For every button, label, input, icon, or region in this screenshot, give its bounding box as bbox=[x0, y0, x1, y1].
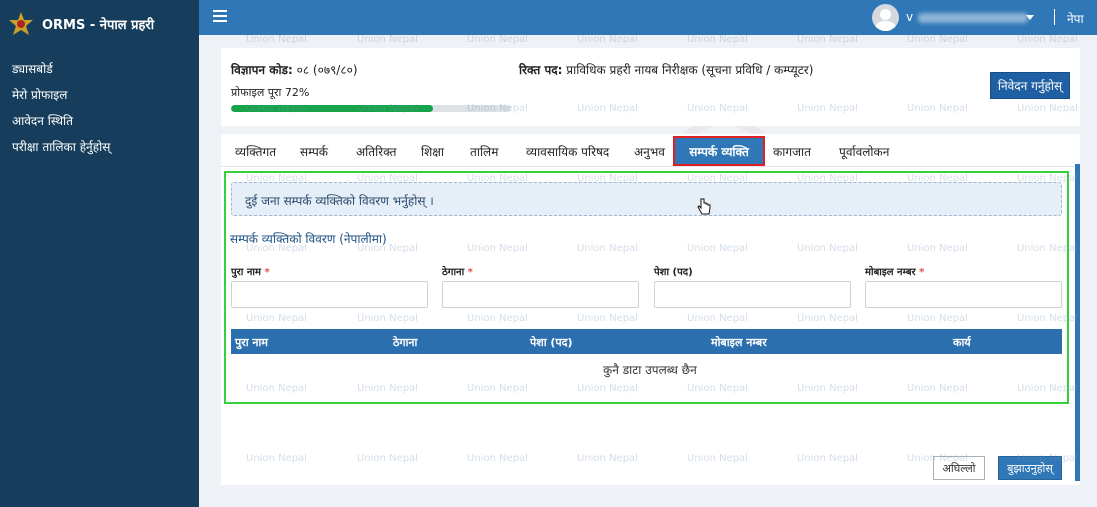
column-header-full-name: पुरा नाम bbox=[235, 336, 268, 349]
profile-completion-text: प्रोफाइल पूरा 72% bbox=[231, 86, 310, 99]
user-name[interactable]: v bbox=[906, 10, 1028, 24]
tab-professional-council[interactable]: व्यावसायिक परिषद bbox=[526, 143, 609, 160]
advertisement-code: विज्ञापन कोड: ०८ (०७९/८०) bbox=[231, 61, 358, 78]
info-alert: दुई जना सम्पर्क व्यक्तिको विवरण भर्नुहोस… bbox=[231, 182, 1062, 216]
hand-cursor-icon bbox=[697, 198, 711, 216]
tab-contact[interactable]: सम्पर्क bbox=[300, 143, 328, 160]
info-alert-text: दुई जना सम्पर्क व्यक्तिको विवरण भर्नुहोस… bbox=[245, 194, 434, 208]
mobile-number-label: मोबाइल नम्बर * bbox=[865, 267, 925, 278]
profile-progress-bar bbox=[231, 105, 511, 112]
tab-preview[interactable]: पूर्वावलोकन bbox=[839, 143, 889, 160]
divider bbox=[1054, 9, 1055, 25]
tab-additional[interactable]: अतिरिक्त bbox=[356, 143, 396, 160]
application-summary-card: विज्ञापन कोड: ०८ (०७९/८०) रिक्त पद: प्रा… bbox=[221, 48, 1080, 126]
address-label: ठेगाना * bbox=[442, 267, 473, 278]
full-name-input[interactable] bbox=[231, 281, 428, 308]
main-content: विज्ञापन कोड: ०८ (०७९/८०) रिक्त पद: प्रा… bbox=[199, 35, 1097, 507]
tab-education[interactable]: शिक्षा bbox=[421, 143, 444, 160]
sidebar-nav: ड्यासबोर्ड मेरो प्रोफाइल आवेदन स्थिति पर… bbox=[0, 56, 199, 160]
post-value: प्राविधिक प्रहरी नायब निरीक्षक (सूचना प्… bbox=[566, 63, 814, 77]
sidebar-item-my-profile[interactable]: मेरो प्रोफाइल bbox=[0, 82, 199, 108]
post-label: रिक्त पद: bbox=[519, 63, 563, 77]
user-initial: v bbox=[906, 10, 914, 24]
sidebar-item-exam-schedule[interactable]: परीक्षा तालिका हेर्नुहोस् bbox=[0, 134, 199, 160]
previous-button[interactable]: अघिल्लो bbox=[933, 456, 985, 480]
tab-experience[interactable]: अनुभव bbox=[634, 143, 665, 160]
tab-contact-person[interactable]: सम्पर्क व्यक्ति bbox=[673, 136, 765, 166]
form-card: व्यक्तिगत सम्पर्क अतिरिक्त शिक्षा तालिम … bbox=[221, 134, 1080, 485]
mobile-number-input[interactable] bbox=[865, 281, 1062, 308]
occupation-label: पेशा (पद) bbox=[654, 267, 693, 278]
occupation-input[interactable] bbox=[654, 281, 851, 308]
language-switch[interactable]: नेपा bbox=[1067, 10, 1084, 27]
tab-training[interactable]: तालिम bbox=[470, 143, 498, 160]
topbar: v नेपा bbox=[199, 0, 1097, 35]
section-title: सम्पर्क व्यक्तिको विवरण (नेपालीमा) bbox=[230, 232, 387, 246]
empty-table-message: कुनै डाटा उपलब्ध छैन bbox=[603, 363, 697, 377]
submit-button[interactable]: बुझाउनुहोस् bbox=[998, 456, 1062, 480]
sidebar-item-application-status[interactable]: आवेदन स्थिति bbox=[0, 108, 199, 134]
table-header: पुरा नाम ठेगाना पेशा (पद) मोबाइल नम्बर क… bbox=[231, 329, 1062, 354]
adv-code-label: विज्ञापन कोड: bbox=[231, 63, 293, 77]
scrollbar[interactable] bbox=[1075, 164, 1080, 481]
brand: ORMS - नेपाल प्रहरी bbox=[0, 0, 199, 48]
user-avatar[interactable] bbox=[872, 4, 899, 31]
sidebar: ORMS - नेपाल प्रहरी ड्यासबोर्ड मेरो प्रो… bbox=[0, 0, 199, 507]
sidebar-item-dashboard[interactable]: ड्यासबोर्ड bbox=[0, 56, 199, 82]
tab-personal[interactable]: व्यक्तिगत bbox=[235, 143, 276, 160]
column-header-action: कार्य bbox=[953, 336, 971, 349]
full-name-label: पुरा नाम * bbox=[231, 267, 270, 278]
redacted-username bbox=[918, 13, 1028, 23]
apply-button[interactable]: निवेदन गर्नुहोस् bbox=[990, 72, 1070, 99]
vacant-post: रिक्त पद: प्राविधिक प्रहरी नायब निरीक्षक… bbox=[519, 61, 813, 78]
tab-bar: व्यक्तिगत सम्पर्क अतिरिक्त शिक्षा तालिम … bbox=[221, 134, 1080, 167]
police-emblem-icon bbox=[8, 11, 34, 37]
column-header-address: ठेगाना bbox=[393, 336, 418, 349]
column-header-mobile-number: मोबाइल नम्बर bbox=[711, 336, 767, 349]
adv-code-value: ०८ (०७९/८०) bbox=[296, 63, 358, 77]
chevron-down-icon[interactable] bbox=[1026, 15, 1034, 20]
tab-documents[interactable]: कागजात bbox=[773, 143, 811, 160]
address-input[interactable] bbox=[442, 281, 639, 308]
app-title: ORMS - नेपाल प्रहरी bbox=[42, 18, 155, 33]
profile-progress-fill bbox=[231, 105, 433, 112]
column-header-occupation: पेशा (पद) bbox=[530, 336, 573, 349]
hamburger-menu-icon[interactable] bbox=[213, 10, 227, 22]
